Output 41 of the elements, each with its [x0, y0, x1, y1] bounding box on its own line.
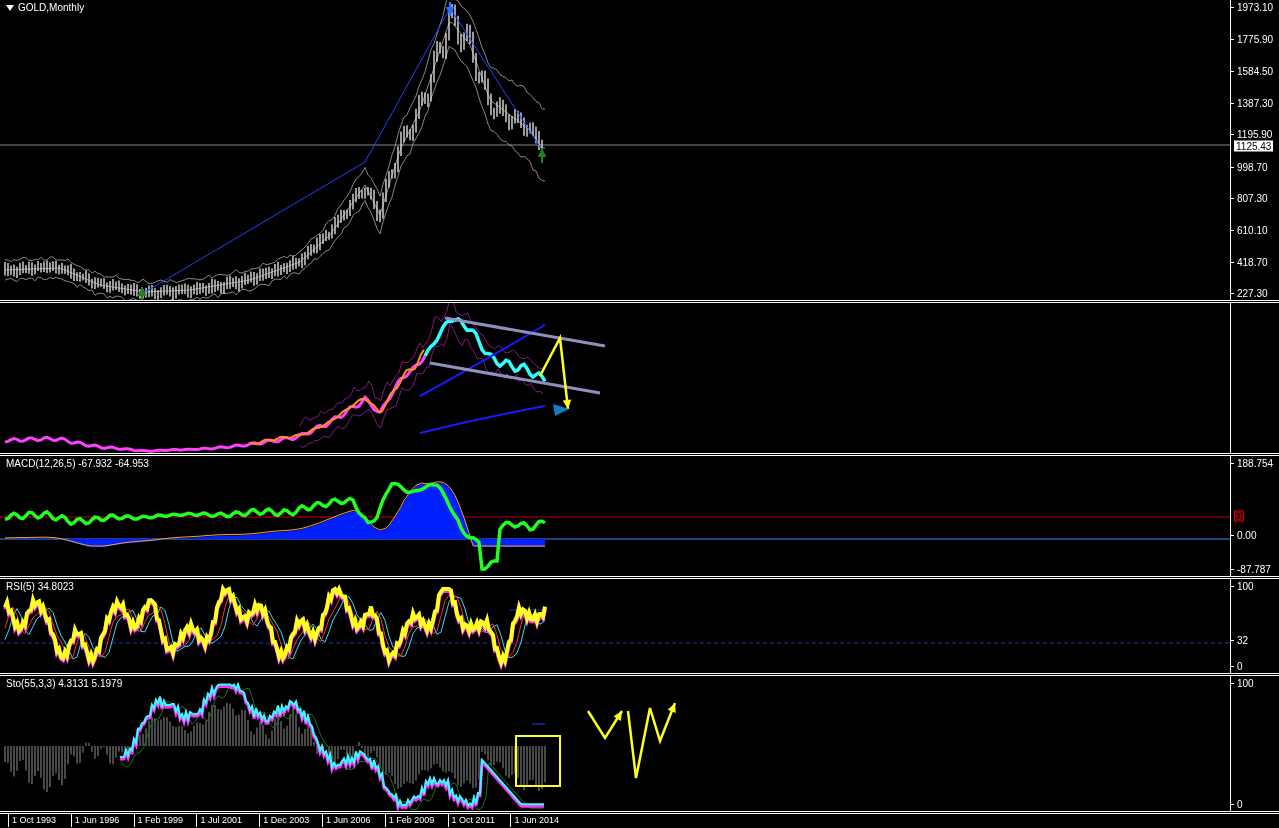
axis-value: 0.00: [1237, 529, 1257, 541]
date-label: 1 Jun 2014: [510, 814, 574, 827]
axis-value: 0: [1237, 660, 1243, 672]
up-arrow-icon: [137, 286, 147, 300]
axis-value: 188.754: [1237, 457, 1274, 469]
current-price-label: 1125.43: [1234, 140, 1274, 152]
triangle-arrow-icon: [553, 404, 569, 416]
axis-value: 1775.90: [1237, 33, 1274, 45]
axis-value: 100: [1237, 677, 1254, 689]
axis-value: 1973.10: [1237, 1, 1274, 13]
date-label: 1 Feb 1999: [133, 814, 197, 827]
signal-marker: 0: [1234, 510, 1244, 522]
axis-value: 1387.30: [1237, 97, 1274, 109]
chart-title: GOLD,Monthly: [18, 2, 85, 13]
axis-value: -87.787: [1237, 563, 1271, 575]
axis-value: 1195.90: [1237, 128, 1273, 140]
down-arrow-icon: [445, 1, 455, 17]
axis-value: 32: [1237, 634, 1249, 646]
axis-value: 610.10: [1237, 224, 1268, 236]
dropdown-caret-icon[interactable]: [6, 4, 14, 11]
indicator-label: Sto(55,3,3) 4.3131 5.1979: [6, 678, 123, 689]
axis-value: 998.70: [1237, 161, 1268, 173]
up-arrow-icon: [537, 147, 547, 164]
highlight-rectangle: [515, 735, 561, 787]
axis-value: 0: [1237, 798, 1243, 810]
axis-value: 100: [1237, 580, 1254, 592]
indicator-label: RSI(5) 34.8023: [6, 581, 74, 592]
date-label: 1 Jun 1996: [70, 814, 134, 827]
axis-value: 807.30: [1237, 192, 1268, 204]
date-label: 1 Jul 2001: [196, 814, 260, 827]
date-label: 1 Jun 2006: [322, 814, 385, 827]
axis-value: 1584.50: [1237, 65, 1274, 77]
level-mark: [531, 723, 546, 725]
axis-value: 418.70: [1237, 256, 1268, 268]
date-label: 1 Oct 2011: [447, 814, 511, 827]
date-label: 1 Oct 1993: [8, 814, 71, 827]
axis-value: 227.30: [1237, 287, 1268, 299]
date-label: 1 Dec 2003: [259, 814, 322, 827]
indicator-label: MACD(12,26,5) -67.932 -64.953: [6, 458, 149, 469]
date-label: 1 Feb 2009: [384, 814, 448, 827]
zigzag-arrow-drawing: [586, 710, 624, 741]
